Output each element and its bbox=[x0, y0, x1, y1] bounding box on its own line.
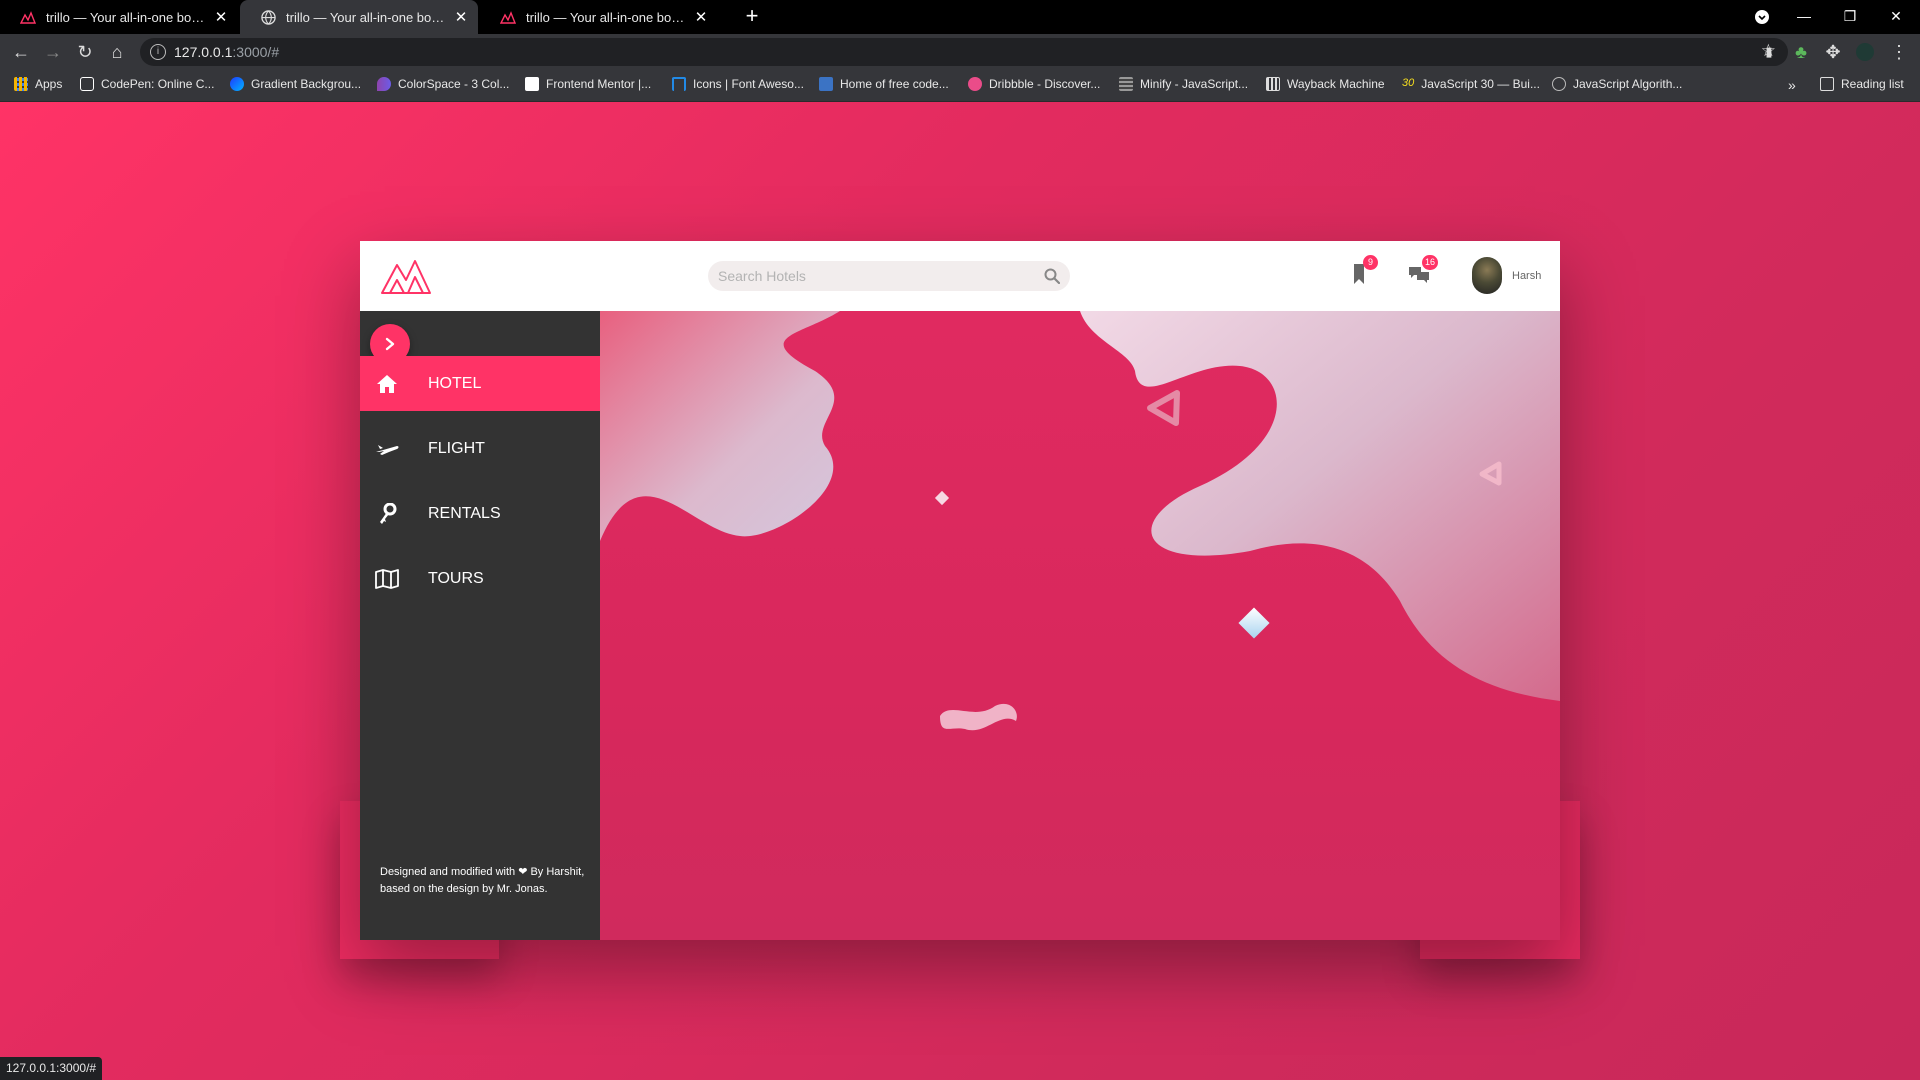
browser-tab-1[interactable]: trillo — Your all-in-one booking app ✕ bbox=[0, 0, 238, 34]
user-name[interactable]: Harsh bbox=[1512, 270, 1541, 282]
page-background: 9 16 Harsh bbox=[0, 102, 1920, 1080]
bookmark-codepen[interactable]: CodePen: Online C... bbox=[80, 77, 214, 91]
sidebar-item-rentals[interactable]: RENTALS bbox=[360, 486, 600, 541]
new-tab-button[interactable]: + bbox=[738, 0, 766, 34]
airplane-icon bbox=[375, 437, 399, 461]
bookmark-colorspace[interactable]: ColorSpace - 3 Col... bbox=[377, 77, 509, 91]
sidebar-item-label: FLIGHT bbox=[428, 439, 485, 457]
bootsnipp-icon bbox=[819, 77, 833, 91]
extension-tree-icon[interactable]: ♣ bbox=[1786, 34, 1816, 70]
bookmark-minify[interactable]: Minify - JavaScript... bbox=[1119, 77, 1248, 91]
bookmark-frontend-mentor[interactable]: Frontend Mentor |... bbox=[525, 77, 651, 91]
profile-menu-icon[interactable] bbox=[1742, 0, 1782, 34]
bookmark-gradient[interactable]: Gradient Backgrou... bbox=[230, 77, 361, 91]
tab-bar: trillo — Your all-in-one booking app ✕ t… bbox=[0, 0, 1920, 34]
hero-abstract-shapes bbox=[600, 311, 1560, 731]
user-avatar[interactable] bbox=[1472, 257, 1502, 294]
font-awesome-flag-icon bbox=[672, 77, 686, 91]
search-bar bbox=[708, 261, 1070, 291]
browser-toolbar: ← → ↻ ⌂ i 127.0.0.1:3000/# ☆ ▮ ♣ ✥ ⋮ bbox=[0, 34, 1920, 70]
address-bar[interactable]: i 127.0.0.1:3000/# ☆ bbox=[140, 38, 1788, 66]
key-icon bbox=[375, 502, 399, 526]
bookmark-js30[interactable]: 30 JavaScript 30 — Bui... bbox=[1402, 77, 1540, 91]
bookmark-dribbble[interactable]: Dribbble - Discover... bbox=[968, 77, 1100, 91]
algorithms-icon bbox=[1552, 77, 1566, 91]
reading-list-icon bbox=[1820, 77, 1834, 91]
forward-icon[interactable]: → bbox=[38, 34, 68, 70]
trillo-favicon-icon bbox=[20, 9, 36, 25]
hero-illustration bbox=[600, 311, 1560, 940]
browser-tab-3[interactable]: trillo — Your all-in-one booking app ✕ bbox=[480, 0, 718, 34]
minimize-icon[interactable]: — bbox=[1784, 0, 1824, 34]
gradient-icon bbox=[230, 77, 244, 91]
js30-icon: 30 bbox=[1402, 77, 1415, 89]
app-container: 9 16 Harsh bbox=[360, 241, 1560, 940]
sidebar: HOTEL FLIGHT RENTALS TOURS Designed and … bbox=[360, 311, 600, 940]
close-tab-icon[interactable]: ✕ bbox=[210, 8, 232, 26]
bookmark-apps[interactable]: Apps bbox=[14, 77, 62, 91]
bookmark-wayback[interactable]: Wayback Machine bbox=[1266, 77, 1385, 91]
tab-title: trillo — Your all-in-one booking app bbox=[46, 9, 210, 25]
profile-avatar-icon[interactable] bbox=[1850, 34, 1880, 70]
reload-icon[interactable]: ↻ bbox=[70, 34, 100, 70]
search-input[interactable] bbox=[708, 261, 1028, 291]
bookmark-font-awesome[interactable]: Icons | Font Aweso... bbox=[672, 77, 804, 91]
trillo-favicon-icon bbox=[500, 9, 516, 25]
bookmarks-count-badge: 9 bbox=[1363, 255, 1378, 270]
home-icon bbox=[375, 372, 399, 396]
search-icon[interactable] bbox=[1044, 268, 1060, 284]
close-window-icon[interactable]: ✕ bbox=[1876, 0, 1916, 34]
app-header: 9 16 Harsh bbox=[360, 241, 1560, 311]
extension-icon[interactable]: ▮ bbox=[1754, 34, 1784, 70]
home-icon[interactable]: ⌂ bbox=[102, 34, 132, 70]
sidebar-item-flight[interactable]: FLIGHT bbox=[360, 421, 600, 476]
url-text: 127.0.0.1:3000/# bbox=[174, 44, 280, 60]
colorspace-icon bbox=[377, 77, 391, 91]
sidebar-item-tours[interactable]: TOURS bbox=[360, 551, 600, 606]
bookmark-js-algorithms[interactable]: JavaScript Algorith... bbox=[1552, 77, 1682, 91]
sidebar-item-label: HOTEL bbox=[428, 374, 482, 392]
restore-icon[interactable]: ❐ bbox=[1830, 0, 1870, 34]
site-info-icon[interactable]: i bbox=[150, 44, 166, 60]
wayback-icon bbox=[1266, 77, 1280, 91]
chevron-right-icon bbox=[385, 337, 395, 351]
bookmarks-overflow-icon[interactable]: » bbox=[1788, 77, 1796, 93]
frontend-mentor-icon bbox=[525, 77, 539, 91]
tab-title: trillo — Your all-in-one booking app bbox=[526, 9, 690, 25]
browser-tab-2[interactable]: trillo — Your all-in-one booking app ✕ bbox=[240, 0, 478, 34]
globe-icon bbox=[260, 9, 276, 25]
messages-button[interactable]: 16 bbox=[1406, 255, 1438, 287]
tab-title: trillo — Your all-in-one booking app bbox=[286, 9, 450, 25]
apps-grid-icon bbox=[14, 77, 28, 91]
sidebar-item-label: TOURS bbox=[428, 569, 484, 587]
close-tab-icon[interactable]: ✕ bbox=[690, 8, 712, 26]
minify-icon bbox=[1119, 77, 1133, 91]
sidebar-item-label: RENTALS bbox=[428, 504, 501, 522]
sidebar-item-hotel[interactable]: HOTEL bbox=[360, 356, 600, 411]
bookmarks-bar: Apps CodePen: Online C... Gradient Backg… bbox=[0, 70, 1920, 102]
bookmark-bootsnipp[interactable]: Home of free code... bbox=[819, 77, 949, 91]
browser-menu-icon[interactable]: ⋮ bbox=[1884, 34, 1914, 70]
status-url: 127.0.0.1:3000/# bbox=[0, 1057, 103, 1080]
bookmarks-button[interactable]: 9 bbox=[1346, 255, 1378, 287]
codepen-icon bbox=[80, 77, 94, 91]
trillo-logo-icon bbox=[381, 260, 431, 294]
reading-list[interactable]: Reading list bbox=[1820, 77, 1904, 91]
side-nav: HOTEL FLIGHT RENTALS TOURS bbox=[360, 356, 600, 616]
footer-credit-text: Designed and modified with ❤ By Harshit,… bbox=[380, 866, 585, 895]
extensions-puzzle-icon[interactable]: ✥ bbox=[1818, 34, 1848, 70]
messages-count-badge: 16 bbox=[1421, 255, 1438, 270]
close-tab-icon[interactable]: ✕ bbox=[450, 8, 472, 26]
dribbble-icon bbox=[968, 77, 982, 91]
back-icon[interactable]: ← bbox=[6, 34, 36, 70]
map-icon bbox=[375, 567, 399, 591]
